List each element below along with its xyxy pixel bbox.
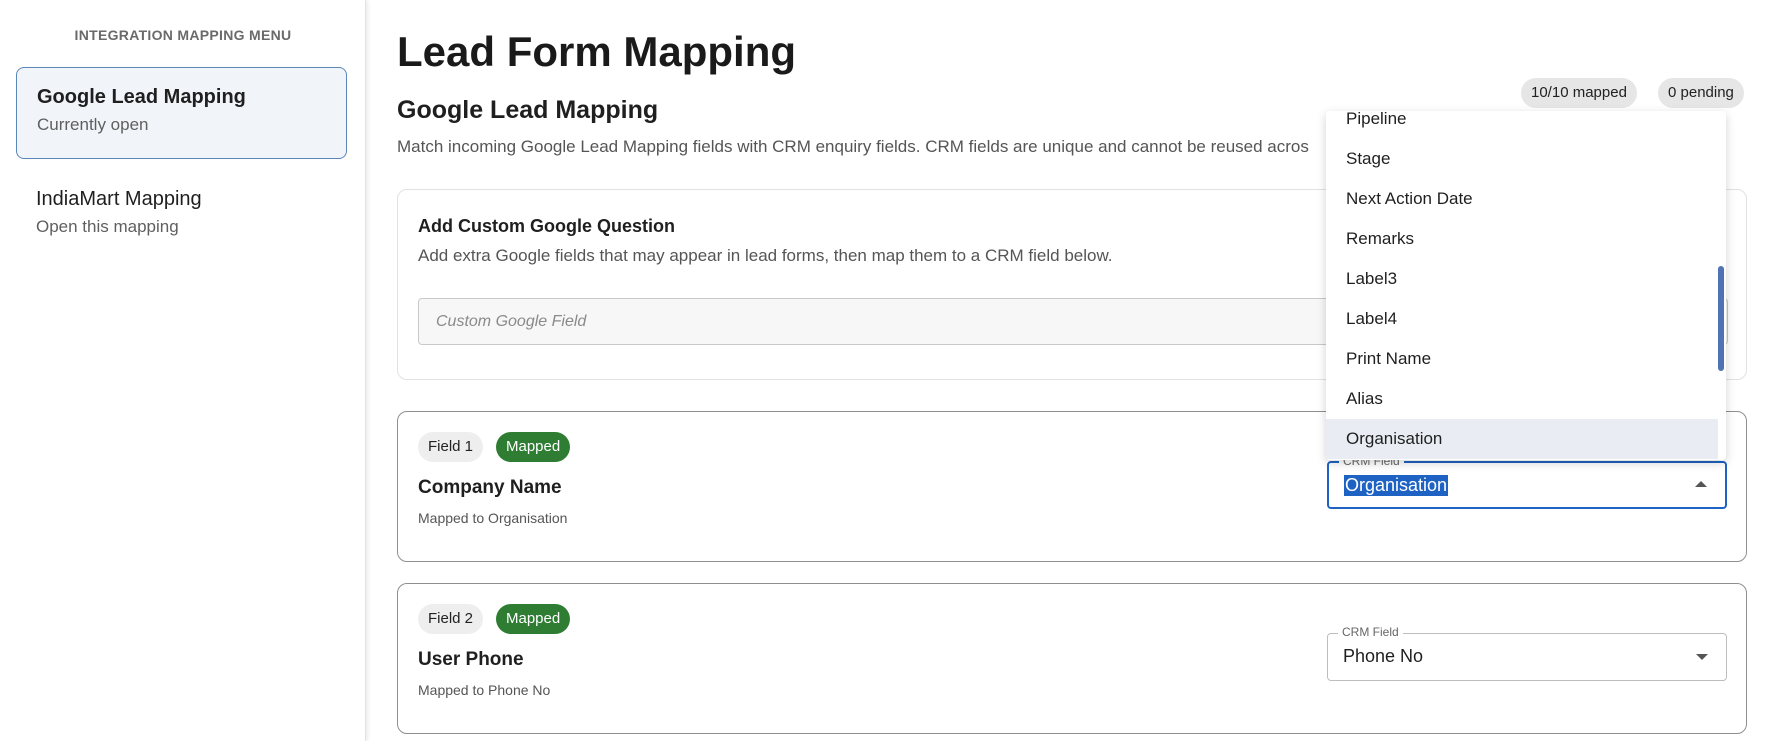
- crm-field-value[interactable]: Organisation: [1344, 475, 1449, 496]
- crm-field-value: Phone No: [1343, 646, 1424, 666]
- field-name: Company Name: [418, 477, 562, 498]
- section-description: Match incoming Google Lead Mapping field…: [397, 137, 1309, 156]
- pending-count-badge: 0 pending: [1658, 78, 1744, 108]
- dropdown-option[interactable]: Label3: [1326, 259, 1718, 299]
- chevron-down-icon[interactable]: [1696, 654, 1708, 660]
- crm-field-select[interactable]: CRM Field Organisation: [1327, 454, 1727, 509]
- dropdown-option[interactable]: Label4: [1326, 299, 1718, 339]
- dropdown-option[interactable]: Next Action Date: [1326, 179, 1718, 219]
- sidebar-item-google-lead-mapping[interactable]: Google Lead Mapping Currently open: [16, 67, 347, 159]
- sidebar-item-indiamart-mapping[interactable]: IndiaMart Mapping Open this mapping: [16, 170, 347, 250]
- sidebar-item-title: IndiaMart Mapping: [36, 188, 202, 210]
- crm-field-label: CRM Field: [1338, 625, 1403, 639]
- dropdown-option[interactable]: Print Name: [1326, 339, 1718, 379]
- sidebar-item-subtitle: Currently open: [37, 115, 149, 134]
- field-number-chip: Field 2: [418, 604, 484, 634]
- mapped-status-chip: Mapped: [496, 432, 571, 462]
- sidebar-item-title: Google Lead Mapping: [37, 86, 246, 108]
- dropdown-option[interactable]: Pipeline: [1326, 111, 1718, 139]
- crm-field-select[interactable]: CRM Field Phone No: [1327, 625, 1727, 681]
- sidebar-heading: INTEGRATION MAPPING MENU: [74, 27, 292, 43]
- section-title: Google Lead Mapping: [397, 96, 659, 124]
- dropdown-option[interactable]: Stage: [1326, 139, 1718, 179]
- field-number-chip: Field 1: [418, 432, 484, 462]
- page-title: Lead Form Mapping: [397, 28, 796, 75]
- field-card: Field 2 Mapped User Phone Mapped to Phon…: [397, 583, 1747, 734]
- dropdown-scrollbar[interactable]: [1718, 266, 1724, 371]
- custom-question-title: Add Custom Google Question: [418, 216, 675, 236]
- dropdown-option[interactable]: Remarks: [1326, 219, 1718, 259]
- mapped-count-badge: 10/10 mapped: [1521, 78, 1637, 108]
- field-mapped-text: Mapped to Organisation: [418, 510, 568, 526]
- dropdown-option[interactable]: Alias: [1326, 379, 1718, 419]
- field-mapped-text: Mapped to Phone No: [418, 682, 551, 698]
- chevron-up-icon[interactable]: [1695, 481, 1707, 487]
- sidebar-item-subtitle: Open this mapping: [36, 217, 179, 236]
- field-name: User Phone: [418, 649, 524, 670]
- dropdown-option-highlighted[interactable]: Organisation: [1326, 419, 1718, 459]
- crm-field-dropdown-menu: Pipeline Stage Next Action Date Remarks …: [1326, 111, 1726, 460]
- custom-question-description: Add extra Google fields that may appear …: [418, 246, 1113, 265]
- sidebar: INTEGRATION MAPPING MENU Google Lead Map…: [0, 0, 366, 741]
- mapped-status-chip: Mapped: [496, 604, 571, 634]
